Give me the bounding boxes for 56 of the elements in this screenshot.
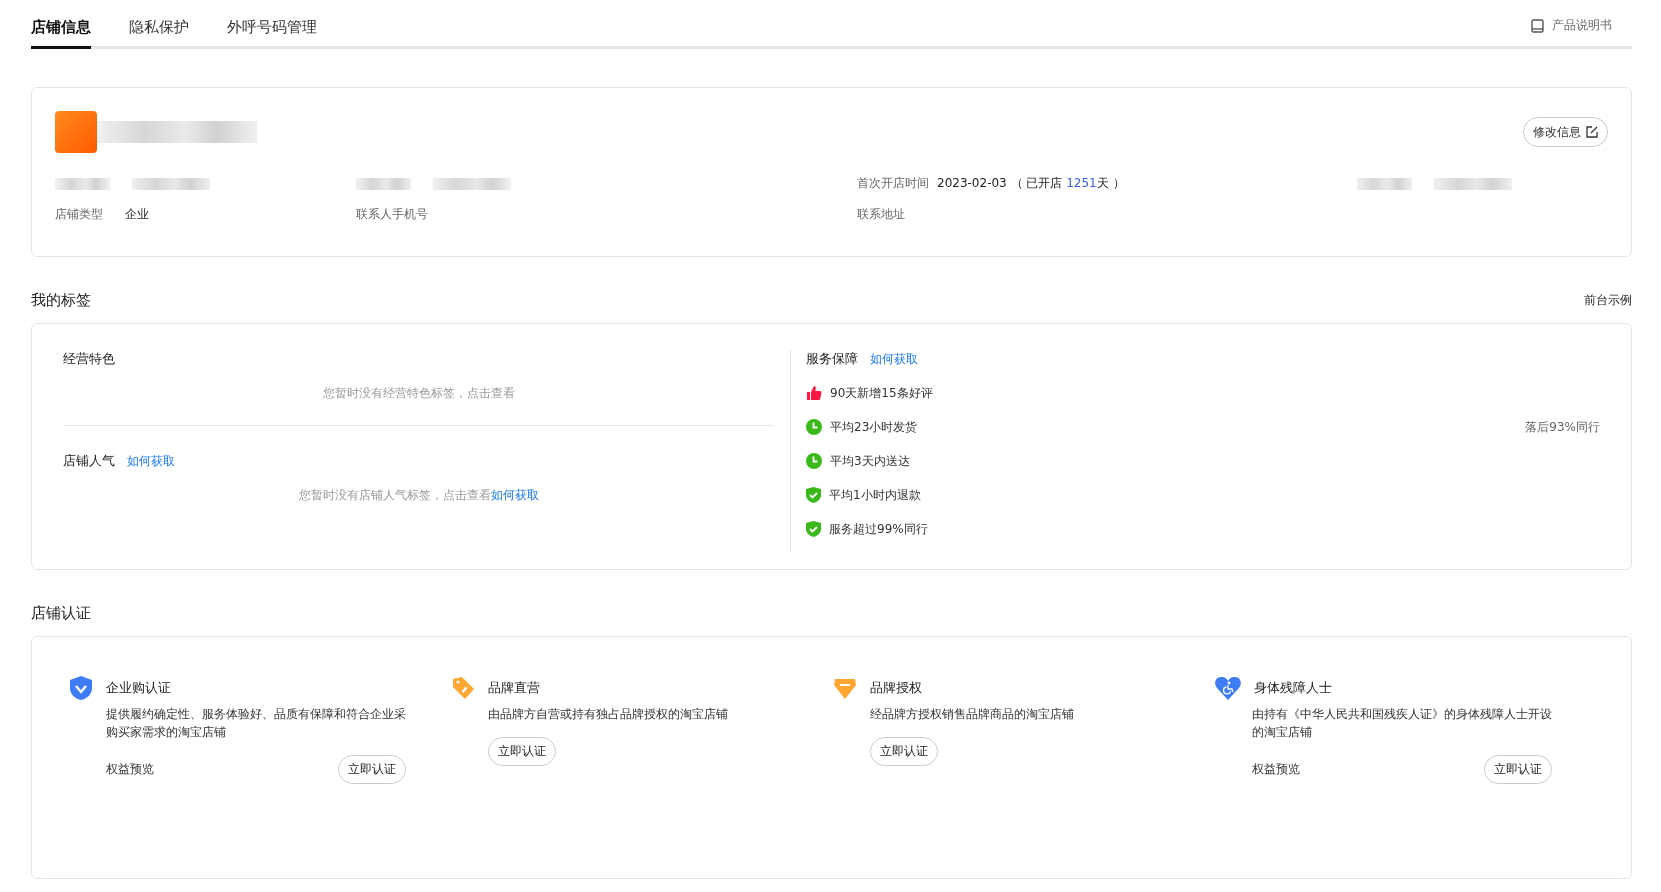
field-value: 企业 [125,206,149,223]
clock-icon [806,419,822,435]
clock-icon [806,453,822,469]
accessibility-heart-icon [1214,675,1242,701]
subsection-title: 店铺人气 [63,452,115,470]
benefits-preview-link[interactable]: 权益预览 [106,761,154,778]
certify-button[interactable]: 立即认证 [1484,755,1552,784]
service-text: 平均23小时发货 [830,418,918,436]
certify-button[interactable]: 立即认证 [488,737,556,766]
service-text: 平均1小时内退款 [829,486,921,504]
certify-button[interactable]: 立即认证 [870,737,938,766]
shield-check-icon [806,521,821,537]
section-title: 我的标签 [31,291,91,310]
certification-title: 企业购认证 [106,679,171,697]
certification-title: 品牌直营 [488,679,540,697]
tab[interactable]: 店铺信息 [31,18,91,49]
blurred-patch [55,177,110,190]
certification-title: 身体残障人士 [1254,679,1332,697]
how-to-get-link[interactable]: 如何获取 [870,350,918,368]
subsection-title: 服务保障 [806,350,858,368]
certification-description: 经品牌方授权销售品牌商品的淘宝店铺 [870,706,1075,723]
thumbs-up-icon [806,385,822,401]
certification-description: 由持有《中华人民共和国残疾人证》的身体残障人士开设的淘宝店铺 [1252,706,1552,741]
store-logo [55,111,97,153]
shield-check-icon [68,675,94,701]
certification-description: 提供履约确定性、服务体验好、品质有保障和符合企业采购买家需求的淘宝店铺 [106,706,406,741]
blurred-patch [1357,177,1412,190]
tab[interactable]: 外呼号码管理 [227,18,317,49]
section-title: 店铺认证 [31,604,91,623]
field-label: 店铺类型 [55,206,103,223]
service-text: 90天新增15条好评 [830,384,933,402]
how-to-get-link[interactable]: 如何获取 [127,452,175,470]
how-to-get-link[interactable]: 如何获取 [490,488,539,502]
field-value: 2023-02-03 （ 已开店 1251天 ） [937,175,1125,192]
field-label: 首次开店时间 [857,175,929,192]
field-label: 联系人手机号 [356,206,428,223]
book-icon [1531,18,1544,33]
certify-button[interactable]: 立即认证 [338,755,406,784]
service-text: 服务超过99%同行 [829,520,928,538]
manual-link[interactable]: 产品说明书 [1531,17,1612,46]
certification-title: 品牌授权 [870,679,922,697]
service-text: 平均3天内送达 [830,452,910,470]
service-note: 落后93%同行 [1525,418,1600,436]
benefits-preview-link[interactable]: 权益预览 [1252,761,1300,778]
tab[interactable]: 隐私保护 [129,18,189,49]
blurred-patch [356,177,411,190]
example-link[interactable]: 前台示例 [1584,292,1632,309]
subsection-title: 经营特色 [63,350,115,368]
field-label: 联系地址 [857,206,905,223]
certification-description: 由品牌方自营或持有独占品牌授权的淘宝店铺 [488,706,729,723]
empty-message: 您暂时没有店铺人气标签，点击查看如何获取 [297,487,540,504]
edit-info-button[interactable]: 修改信息 [1523,117,1608,147]
empty-message: 您暂时没有经营特色标签，点击查看 [321,385,516,402]
external-edit-icon [1586,126,1598,138]
price-tag-icon [450,675,476,701]
shield-check-icon [806,487,821,503]
